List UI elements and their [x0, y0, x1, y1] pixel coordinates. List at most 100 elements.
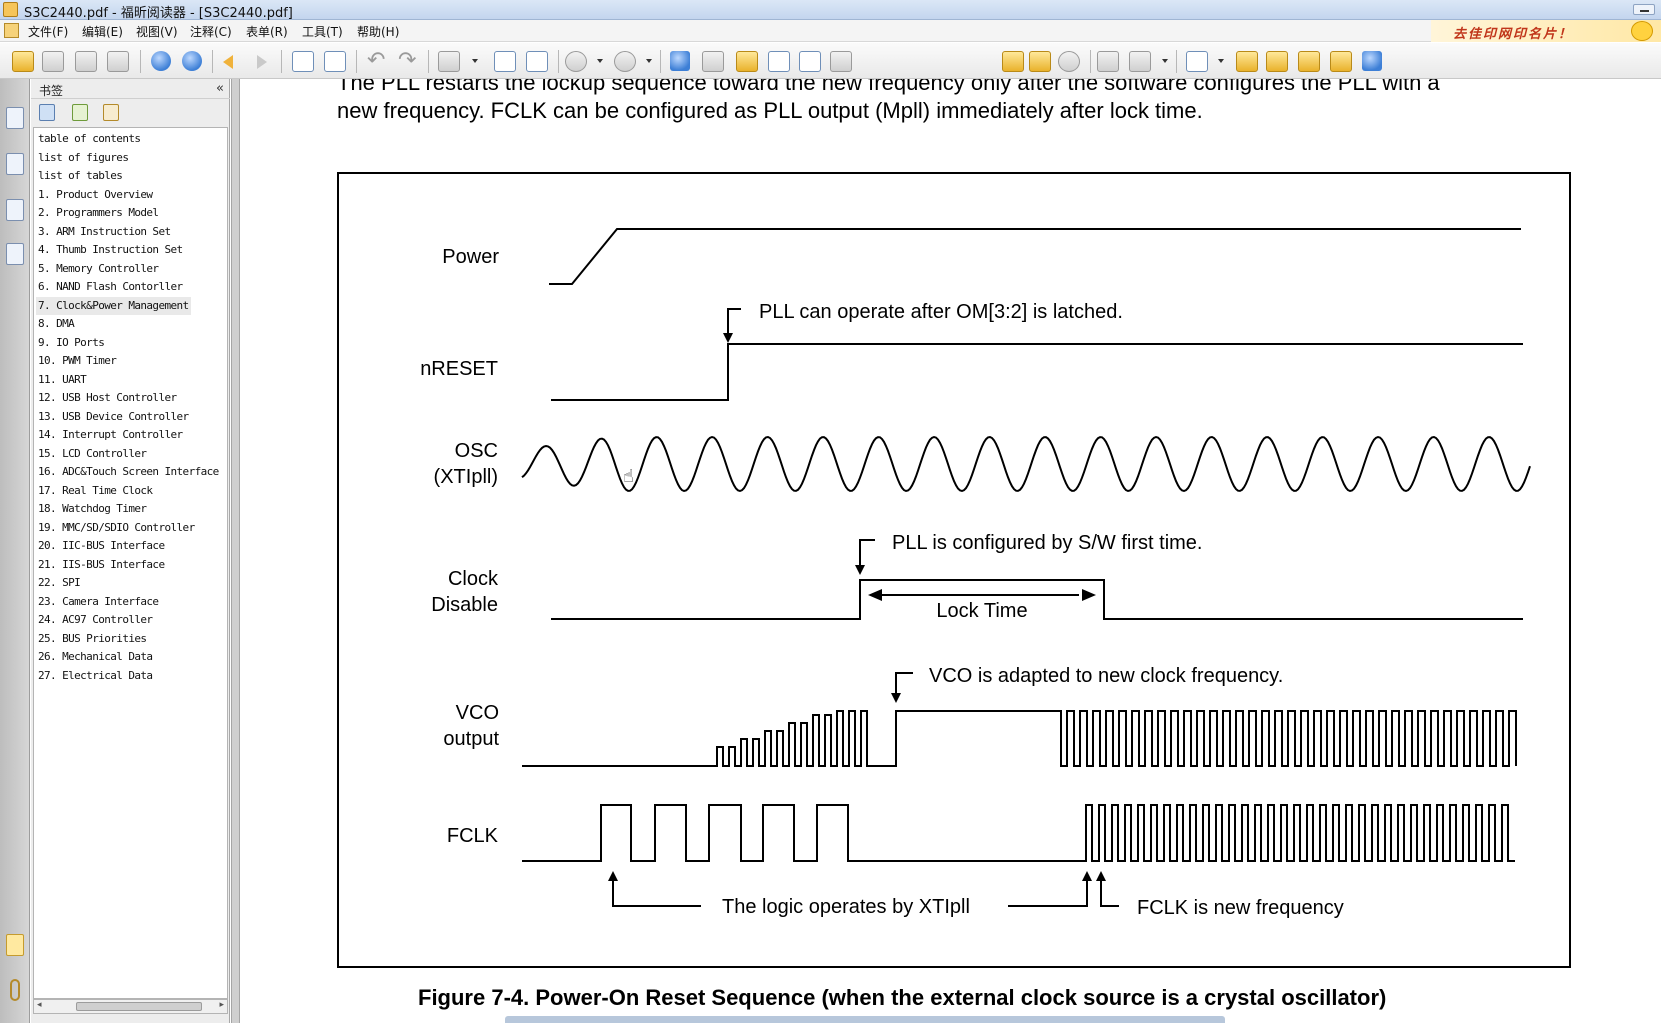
- scroll-right-icon[interactable]: ▸: [219, 1000, 224, 1010]
- bookmark-item[interactable]: 17. Real Time Clock: [36, 482, 154, 500]
- save-icon[interactable]: [42, 51, 64, 72]
- delete-bookmark-icon[interactable]: [39, 104, 55, 121]
- minimize-button[interactable]: [1633, 4, 1655, 15]
- select-tool-icon[interactable]: [736, 51, 758, 72]
- actual-size-icon[interactable]: [494, 51, 516, 72]
- bookmark-item[interactable]: 13. USB Device Controller: [36, 408, 191, 426]
- zoom-in-dropdown-icon[interactable]: [646, 59, 652, 63]
- edit-icon[interactable]: [1186, 51, 1208, 72]
- menu-comment[interactable]: 注释(C): [190, 23, 232, 40]
- pages-icon[interactable]: [6, 153, 24, 175]
- highlight-icon[interactable]: [1266, 51, 1288, 72]
- signal-label-fclk: FCLK: [447, 825, 499, 847]
- bookmark-item[interactable]: 22. SPI: [36, 574, 82, 592]
- bookmark-item[interactable]: 12. USB Host Controller: [36, 389, 179, 407]
- typewriter-icon[interactable]: [799, 51, 821, 72]
- zoom-tool-dropdown-icon[interactable]: [472, 59, 478, 63]
- open-folder-icon[interactable]: [12, 51, 34, 72]
- text-select-icon[interactable]: [702, 51, 724, 72]
- menu-tools[interactable]: 工具(T): [302, 23, 343, 40]
- stamp-icon[interactable]: [1236, 51, 1258, 72]
- textbox-icon[interactable]: [1298, 51, 1320, 72]
- bookmark-item[interactable]: 5. Memory Controller: [36, 260, 160, 278]
- new-child-bookmark-icon[interactable]: [103, 104, 119, 121]
- grid-dropdown-icon[interactable]: [1162, 59, 1168, 63]
- document-menu-icon[interactable]: [4, 23, 19, 38]
- zoom-in-icon[interactable]: [614, 51, 636, 72]
- bookmark-item[interactable]: 21. IIS-BUS Interface: [36, 556, 166, 574]
- fit-page-icon[interactable]: [526, 51, 548, 72]
- nreset-waveform: [551, 343, 1523, 401]
- bookmark-item[interactable]: 27. Electrical Data: [36, 667, 154, 685]
- smiley-icon: [1631, 21, 1653, 41]
- hand-tool-icon[interactable]: [670, 51, 690, 71]
- print-icon[interactable]: [75, 51, 97, 72]
- menu-help[interactable]: 帮助(H): [357, 23, 399, 40]
- bookmark-item[interactable]: 24. AC97 Controller: [36, 611, 154, 629]
- collapse-panel-button[interactable]: «: [216, 81, 224, 96]
- bookmark-item[interactable]: 18. Watchdog Timer: [36, 500, 148, 518]
- menu-form[interactable]: 表单(R): [246, 23, 288, 40]
- search-icon[interactable]: [1058, 51, 1080, 72]
- menu-edit[interactable]: 编辑(E): [82, 23, 123, 40]
- bookmark-item[interactable]: 3. ARM Instruction Set: [36, 223, 173, 241]
- bookmark-item[interactable]: 20. IIC-BUS Interface: [36, 537, 166, 555]
- promo-banner[interactable]: 去佳印网印名片！: [1431, 20, 1661, 42]
- bookmark-item[interactable]: 26. Mechanical Data: [36, 648, 154, 666]
- bookmark-item[interactable]: table of contents: [36, 130, 142, 148]
- bookmark-item[interactable]: 25. BUS Priorities: [36, 630, 148, 648]
- fclk-waveform: [522, 804, 1515, 862]
- bookmarks-icon[interactable]: [6, 107, 24, 129]
- zoom-out-icon[interactable]: [565, 51, 587, 72]
- bookmark-item[interactable]: 11. UART: [36, 371, 88, 389]
- vco-waveform: [522, 710, 1517, 767]
- back-icon[interactable]: [221, 51, 241, 72]
- bookmark-item[interactable]: 15. LCD Controller: [36, 445, 148, 463]
- snapshot-icon[interactable]: [830, 51, 852, 72]
- comment-icon[interactable]: [1330, 51, 1352, 72]
- scrollbar-thumb[interactable]: [76, 1002, 202, 1011]
- bookmark-item[interactable]: 2. Programmers Model: [36, 204, 160, 222]
- bookmark-item[interactable]: 23. Camera Interface: [36, 593, 160, 611]
- undo-icon[interactable]: [365, 48, 387, 73]
- grid-icon[interactable]: [1129, 51, 1151, 72]
- bookmark-item[interactable]: 19. MMC/SD/SDIO Controller: [36, 519, 197, 537]
- find-icon[interactable]: [768, 51, 790, 72]
- email-icon[interactable]: [107, 51, 129, 72]
- menu-view[interactable]: 视图(V): [136, 23, 178, 40]
- panel-splitter[interactable]: [231, 79, 240, 1023]
- bookmark-item[interactable]: 4. Thumb Instruction Set: [36, 241, 185, 259]
- bookmark-item[interactable]: 9. IO Ports: [36, 334, 106, 352]
- add-bookmark-icon[interactable]: [72, 104, 88, 121]
- forward-icon[interactable]: [251, 51, 271, 72]
- redo-icon[interactable]: [396, 48, 418, 73]
- comments-icon[interactable]: [6, 934, 24, 956]
- bookmark-item[interactable]: 6. NAND Flash Contorller: [36, 278, 185, 296]
- edit-dropdown-icon[interactable]: [1218, 59, 1224, 63]
- last-page-icon[interactable]: [1029, 51, 1051, 72]
- scroll-left-icon[interactable]: ◂: [37, 1000, 42, 1010]
- rotate-icon[interactable]: [1097, 51, 1119, 72]
- bookmark-item[interactable]: 8. DMA: [36, 315, 76, 333]
- page-down-icon[interactable]: [182, 51, 202, 71]
- layers-icon[interactable]: [6, 199, 24, 221]
- bookmark-item[interactable]: 7. Clock&Power Management: [36, 296, 191, 315]
- page-up-icon[interactable]: [151, 51, 171, 71]
- bookmark-item[interactable]: 16. ADC&Touch Screen Interface: [36, 463, 221, 481]
- zoom-out-dropdown-icon[interactable]: [597, 59, 603, 63]
- attachments-panel-icon[interactable]: [6, 243, 24, 265]
- bookmark-item[interactable]: list of tables: [36, 167, 124, 185]
- arrow-icon[interactable]: [1362, 51, 1382, 71]
- bookmark-item[interactable]: 1. Product Overview: [36, 186, 154, 204]
- paperclip-icon[interactable]: [10, 979, 20, 1001]
- menu-file[interactable]: 文件(F): [28, 23, 68, 40]
- bookmark-item[interactable]: 14. Interrupt Controller: [36, 426, 185, 444]
- zoom-tool-icon[interactable]: [438, 51, 460, 72]
- bookmark-item[interactable]: list of figures: [36, 149, 130, 167]
- bookmark-item[interactable]: 10. PWM Timer: [36, 352, 118, 370]
- promo-text[interactable]: 去佳印网印名片！: [1453, 23, 1573, 42]
- select-page-icon[interactable]: [292, 51, 314, 72]
- extract-page-icon[interactable]: [324, 51, 346, 72]
- first-page-icon[interactable]: [1002, 51, 1024, 72]
- bookmark-horizontal-scrollbar[interactable]: ◂ ▸: [33, 999, 228, 1014]
